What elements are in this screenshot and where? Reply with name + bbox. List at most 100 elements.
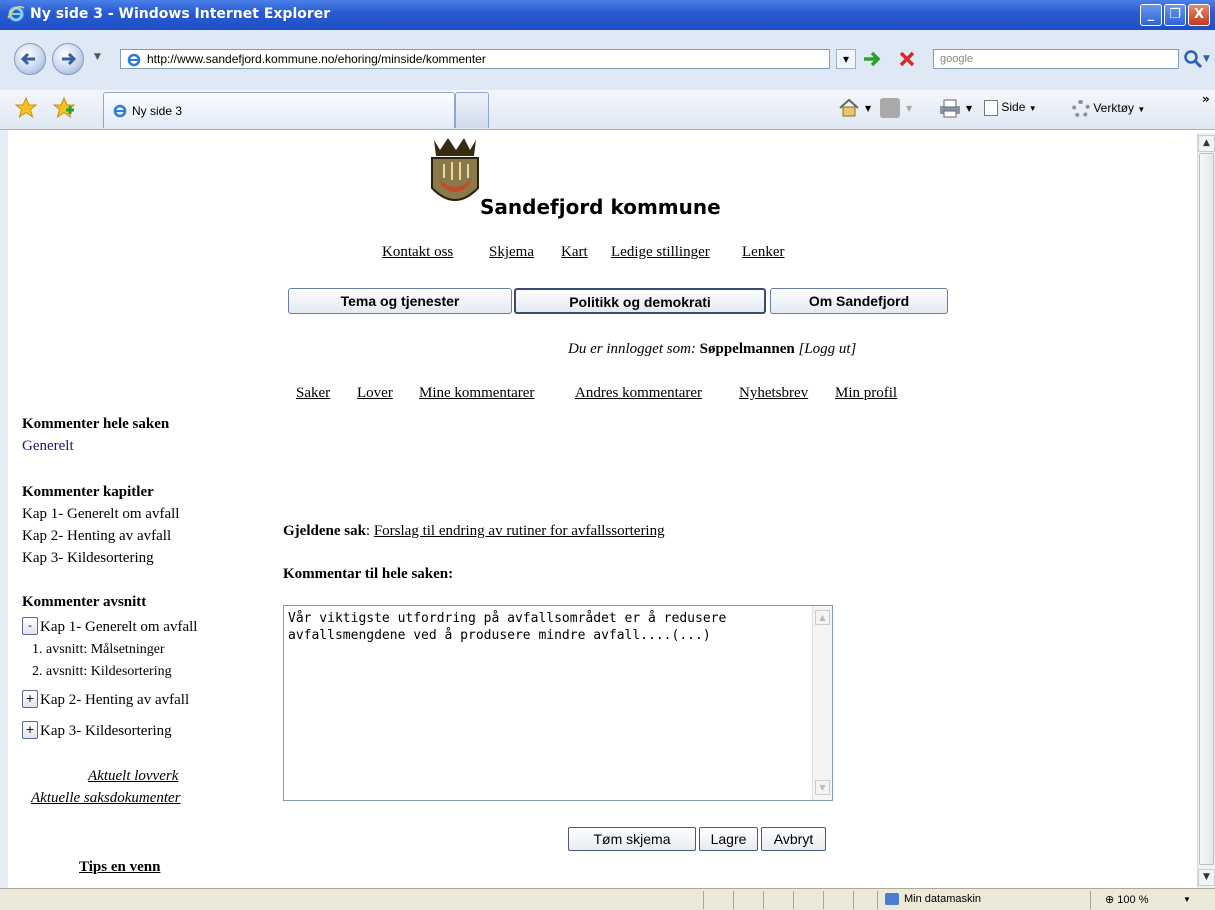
scroll-up-arrow-icon[interactable]: ▲ (1198, 135, 1215, 152)
page-scrollbar[interactable]: ▲ ▼ (1197, 133, 1215, 888)
sidebar-heading-sections: Kommenter avsnitt (22, 594, 147, 610)
home-button[interactable] (838, 98, 860, 121)
history-dropdown-icon[interactable]: ▼ (94, 52, 101, 62)
subnav-mine-kommentarer[interactable]: Mine kommentarer (419, 385, 534, 402)
window-title: Ny side 3 - Windows Internet Explorer (30, 6, 331, 22)
link-skjema[interactable]: Skjema (489, 244, 534, 261)
address-url: http://www.sandefjord.kommune.no/ehoring… (147, 52, 486, 66)
tree-section-kildesortering[interactable]: 2. avsnitt: Kildesortering (32, 664, 172, 680)
status-separator (763, 891, 764, 909)
link-lenker[interactable]: Lenker (742, 244, 784, 261)
textarea-scrollbar[interactable]: ▲ ▼ (812, 606, 832, 800)
ie-logo-icon (7, 5, 25, 22)
tree-item-kap1[interactable]: Kap 1- Generelt om avfall (40, 619, 197, 636)
home-dropdown-icon[interactable]: ▼ (865, 104, 871, 113)
status-separator (853, 891, 854, 909)
address-dropdown-button[interactable]: ▾ (836, 49, 856, 69)
subnav-lover[interactable]: Lover (357, 385, 393, 402)
login-status: Du er innlogget som: Søppelmannen [Logg … (568, 341, 856, 358)
subnav-min-profil[interactable]: Min profil (835, 385, 897, 402)
stop-button[interactable] (896, 48, 918, 73)
case-line: Gjeldene sak: Forslag til endring av rut… (283, 523, 665, 540)
login-prefix: Du er innlogget som: (568, 341, 696, 357)
link-kart[interactable]: Kart (561, 244, 588, 261)
coat-of-arms-logo (431, 138, 479, 201)
go-button[interactable] (861, 48, 883, 73)
address-field[interactable]: http://www.sandefjord.kommune.no/ehoring… (120, 49, 830, 69)
subnav-saker[interactable]: Saker (296, 385, 330, 402)
tree-item-kap2[interactable]: Kap 2- Henting av avfall (40, 692, 189, 709)
forward-arrow-icon (62, 52, 77, 66)
sidebar-chapter-1[interactable]: Kap 1- Generelt om avfall (22, 506, 179, 523)
print-button[interactable] (938, 98, 962, 121)
subnav-andres-kommentarer[interactable]: Andres kommentarer (575, 385, 702, 402)
scroll-up-icon[interactable]: ▲ (815, 610, 830, 625)
collapse-toggle-kap1[interactable]: - (22, 617, 38, 635)
feeds-icon[interactable] (880, 98, 900, 118)
feeds-dropdown-icon[interactable]: ▼ (906, 104, 912, 113)
print-dropdown-icon[interactable]: ▼ (966, 104, 972, 113)
comment-text: Vår viktigste utfordring på avfallsområd… (288, 611, 735, 643)
status-separator (703, 891, 704, 909)
comment-textarea[interactable]: Vår viktigste utfordring på avfallsområd… (283, 605, 833, 801)
scroll-down-icon[interactable]: ▼ (815, 780, 830, 795)
tree-item-kap3[interactable]: Kap 3- Kildesortering (40, 723, 172, 740)
zoom-level[interactable]: ⊕ 100 % (1105, 893, 1148, 906)
restore-button[interactable]: ❐ (1164, 4, 1186, 26)
link-ledige-stillinger[interactable]: Ledige stillinger (611, 244, 710, 261)
tree-section-malsetninger[interactable]: 1. avsnitt: Målsetninger (32, 642, 165, 658)
nav-politikk-og-demokrati[interactable]: Politikk og demokrati (514, 288, 766, 314)
subnav-nyhetsbrev[interactable]: Nyhetsbrev (739, 385, 808, 402)
link-tips-en-venn[interactable]: Tips en venn (79, 859, 160, 876)
case-separator: : (365, 523, 371, 539)
scroll-down-arrow-icon[interactable]: ▼ (1198, 869, 1215, 886)
sidebar-heading-chapters: Kommenter kapitler (22, 484, 154, 500)
add-favorite-icon[interactable] (52, 96, 76, 123)
status-separator (877, 891, 878, 909)
zoom-dropdown-icon[interactable]: ▼ (1183, 895, 1191, 904)
link-aktuelt-lovverk[interactable]: Aktuelt lovverk (88, 768, 178, 785)
search-placeholder: google (940, 53, 974, 65)
new-tab-button[interactable] (455, 92, 489, 128)
sidebar-chapter-3[interactable]: Kap 3- Kildesortering (22, 550, 154, 567)
status-separator (733, 891, 734, 909)
search-button[interactable] (1182, 48, 1204, 70)
side-menu-label: Side (1001, 100, 1026, 115)
security-zone: Min datamaskin (904, 893, 982, 905)
sidebar-chapter-2[interactable]: Kap 2- Henting av avfall (22, 528, 171, 545)
link-kontakt-oss[interactable]: Kontakt oss (382, 244, 453, 261)
magnifier-icon (1184, 50, 1203, 69)
nav-tema-og-tjenester[interactable]: Tema og tjenester (288, 288, 512, 314)
case-link[interactable]: Forslag til endring av rutiner for avfal… (374, 523, 665, 539)
scroll-thumb[interactable] (1199, 153, 1214, 865)
nav-om-sandefjord[interactable]: Om Sandefjord (770, 288, 948, 314)
close-button[interactable]: X (1188, 4, 1210, 26)
search-input[interactable]: google (933, 49, 1179, 69)
tab-ny-side-3[interactable]: Ny side 3 (103, 92, 455, 128)
case-label: Gjeldene sak (283, 523, 366, 539)
link-aktuelle-saksdokumenter[interactable]: Aktuelle saksdokumenter (31, 790, 181, 807)
cancel-button[interactable]: Avbryt (761, 827, 826, 851)
page-viewport: Sandefjord kommune Kontakt oss Skjema Ka… (8, 133, 1197, 888)
tools-dropdown-icon: ▼ (1137, 105, 1146, 115)
expand-toggle-kap2[interactable]: + (22, 690, 38, 708)
save-button[interactable]: Lagre (699, 827, 758, 851)
minimize-button[interactable]: _ (1140, 4, 1162, 26)
stop-x-icon (899, 51, 915, 67)
back-button[interactable] (14, 43, 46, 75)
clear-form-button[interactable]: Tøm skjema (568, 827, 696, 851)
status-bar: Min datamaskin ⊕ 100 % ▼ (0, 888, 1215, 910)
printer-icon (940, 99, 960, 118)
tools-menu[interactable]: Verktøy ▼ (1072, 100, 1145, 118)
sidebar-link-generelt[interactable]: Generelt (22, 438, 74, 455)
forward-button[interactable] (52, 43, 84, 75)
toolbar-overflow-chevron[interactable]: » (1202, 92, 1210, 106)
side-menu[interactable]: Side ▼ (984, 100, 1037, 116)
favorites-star-icon[interactable] (14, 96, 38, 123)
gear-icon (1072, 100, 1090, 118)
search-options-icon[interactable]: ▼ (1203, 54, 1210, 64)
status-separator (793, 891, 794, 909)
expand-toggle-kap3[interactable]: + (22, 721, 38, 739)
tools-menu-label: Verktøy (1093, 101, 1135, 116)
logout-link[interactable]: [Logg ut] (798, 341, 856, 357)
